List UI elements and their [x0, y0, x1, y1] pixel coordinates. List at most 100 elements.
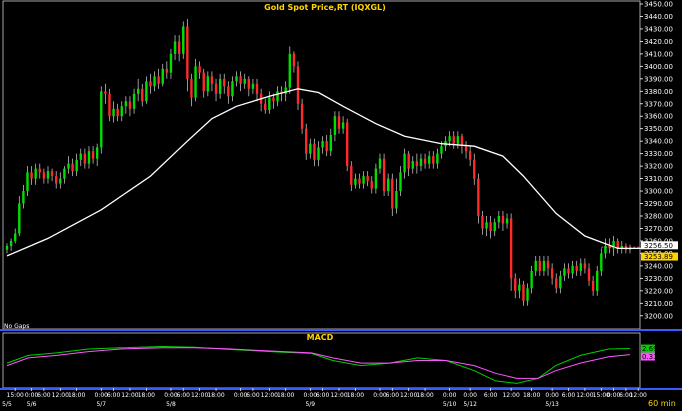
x-tick-label: 18:00 — [416, 392, 433, 399]
candle-body — [505, 218, 509, 224]
candle-body — [272, 97, 275, 102]
candle-body — [108, 93, 111, 117]
candle-body — [141, 88, 144, 102]
candle-body — [153, 76, 156, 87]
candle-body — [194, 66, 197, 98]
candle-body — [333, 116, 337, 135]
y-tick-label: 3290.00 — [644, 200, 673, 208]
candle-body — [95, 147, 99, 159]
candle-body — [247, 78, 251, 89]
interval-label: 60 min — [648, 399, 676, 408]
candle-body — [59, 178, 62, 184]
y-tick-label: 3240.00 — [644, 262, 673, 270]
y-tick-label: 3320.00 — [644, 163, 673, 171]
candle-body — [419, 158, 423, 167]
candle-body — [337, 116, 341, 129]
candle-body — [596, 270, 599, 291]
no-gaps-label: No Gaps — [4, 323, 29, 330]
candle-body — [477, 178, 480, 216]
candle-body — [116, 108, 119, 117]
candle-body — [186, 26, 189, 79]
candle-body — [71, 163, 74, 172]
candle-body — [563, 268, 566, 276]
candle-body — [350, 166, 353, 185]
candle-body — [501, 216, 505, 224]
date-tick-label: 5/13 — [545, 401, 559, 408]
candle-body — [575, 265, 578, 271]
x-tick-label: 12:00 — [261, 392, 278, 399]
candle-body — [218, 78, 222, 94]
candle-body — [555, 278, 558, 289]
candle-body — [411, 161, 414, 169]
y-tick-label: 3360.00 — [644, 113, 673, 121]
candle-body — [345, 122, 349, 167]
x-tick-label: 18:00 — [347, 392, 364, 399]
candle-body — [436, 153, 439, 164]
candle-body — [407, 153, 410, 169]
last-price-label: 3256.50 — [644, 242, 673, 250]
candle-body — [395, 191, 398, 209]
candle-body — [329, 134, 332, 152]
x-tick-label: 18:00 — [68, 392, 85, 399]
candle-body — [296, 66, 300, 104]
y-tick-label: 3420.00 — [644, 38, 673, 46]
candle-body — [169, 53, 173, 73]
x-tick-label: 12:00 — [121, 392, 138, 399]
date-tick-label: 5/12 — [463, 401, 477, 408]
candle-body — [190, 78, 193, 98]
y-tick-label: 3310.00 — [644, 175, 673, 183]
x-tick-label: 18:00 — [277, 392, 294, 399]
date-tick-label: 5/6 — [27, 401, 37, 408]
date-tick-label: 5/9 — [305, 401, 315, 408]
candle-body — [309, 143, 312, 154]
y-tick-label: 3340.00 — [644, 138, 673, 146]
candle-body — [378, 158, 382, 169]
candle-body — [386, 178, 390, 192]
y-tick-label: 3380.00 — [644, 88, 673, 96]
candle-body — [600, 253, 603, 271]
x-tick-label: 6:00 — [107, 392, 121, 399]
x-tick-label: 18:00 — [207, 392, 224, 399]
candle-body — [374, 168, 378, 189]
candle-body — [50, 171, 54, 177]
candle-body — [518, 284, 521, 291]
candle-body — [173, 41, 177, 54]
macd-value-label: 2.69 — [642, 345, 658, 353]
candle-body — [546, 260, 550, 269]
candle-body — [464, 146, 468, 152]
candle-body — [182, 26, 185, 54]
candle-body — [136, 88, 140, 94]
candle-body — [341, 122, 345, 129]
candle-body — [354, 178, 357, 185]
x-tick-label: 6:00 — [484, 392, 498, 399]
candle-body — [321, 141, 324, 148]
y-tick-label: 3390.00 — [644, 75, 673, 83]
signal-value-label: 0.33 — [642, 353, 658, 361]
candle-body — [456, 136, 460, 144]
candle-body — [243, 78, 246, 84]
candle-body — [432, 156, 435, 164]
x-tick-label: 6:00 — [562, 392, 576, 399]
candle-body — [567, 268, 570, 274]
candle-body — [206, 76, 210, 92]
candle-body — [489, 222, 492, 231]
candle-body — [399, 172, 402, 192]
candle-body — [403, 153, 406, 173]
candle-body — [34, 168, 37, 179]
candle-body — [550, 268, 554, 279]
candle-body — [538, 260, 542, 271]
candle-body — [288, 53, 292, 88]
candle-body — [63, 168, 66, 179]
candle-body — [157, 76, 160, 84]
candle-body — [514, 278, 517, 291]
candle-body — [509, 218, 513, 279]
y-tick-label: 3210.00 — [644, 300, 673, 308]
candle-body — [235, 76, 238, 82]
x-tick-label: 6:00 — [37, 392, 51, 399]
date-tick-label: 5/8 — [166, 401, 176, 408]
x-tick-label: 18:00 — [523, 392, 540, 399]
candle-body — [423, 158, 427, 164]
candle-body — [42, 172, 46, 179]
candle-body — [415, 161, 419, 167]
candle-body — [440, 146, 443, 154]
